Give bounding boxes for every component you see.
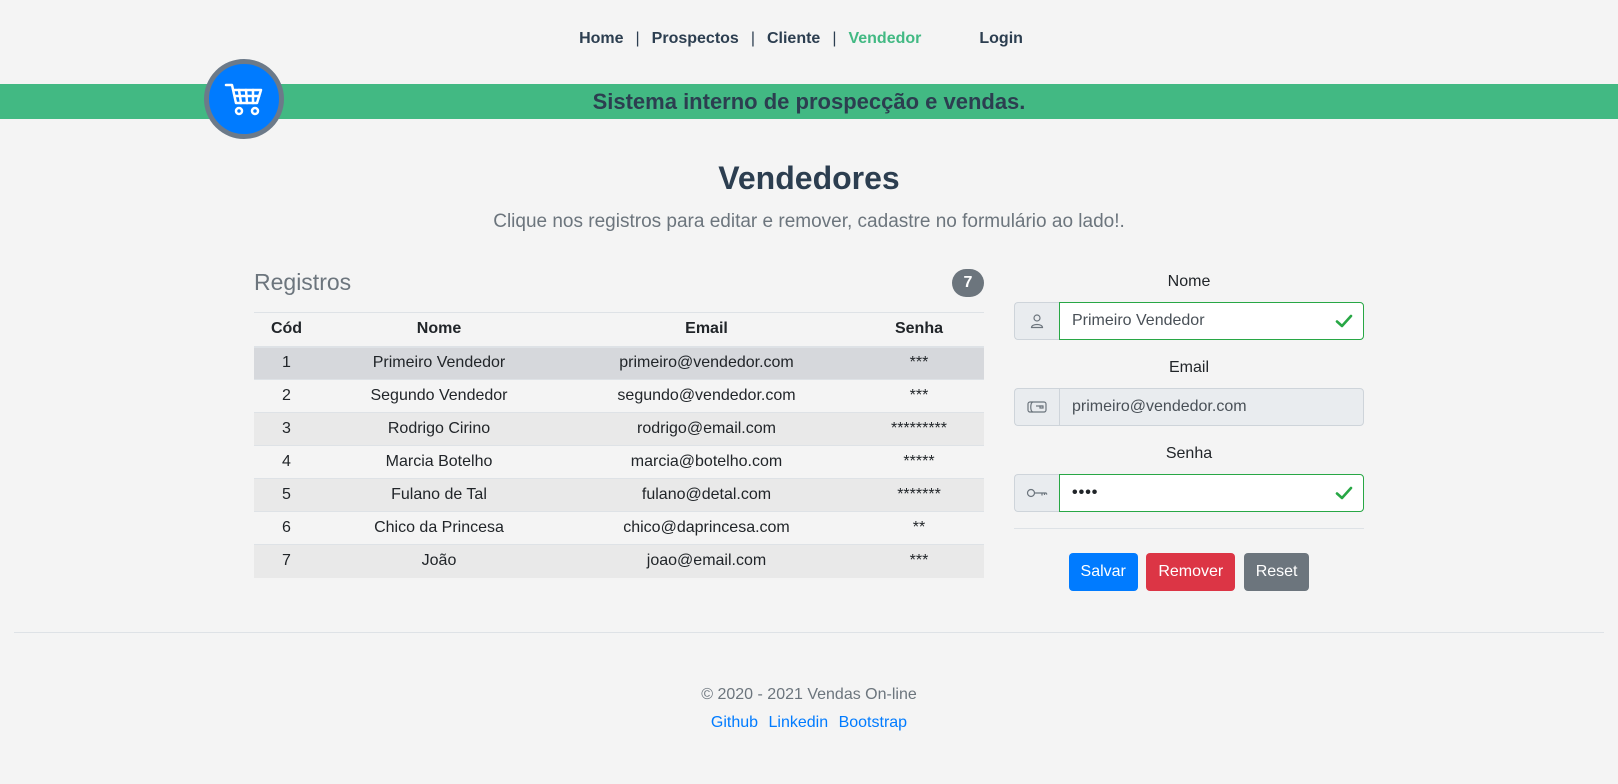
cell-email: primeiro@vendedor.com [559, 346, 854, 380]
logo [204, 59, 284, 139]
check-icon [1335, 314, 1353, 328]
cell-senha: *** [854, 379, 984, 413]
cell-senha: ** [854, 511, 984, 545]
cell-senha: *** [854, 346, 984, 380]
cell-cod: 2 [254, 379, 319, 413]
cell-nome: Chico da Princesa [319, 511, 559, 545]
table-row[interactable]: 3 Rodrigo Cirino rodrigo@email.com *****… [254, 412, 984, 446]
table-row[interactable]: 5 Fulano de Tal fulano@detal.com ******* [254, 478, 984, 512]
page-title: Vendedores [718, 160, 900, 196]
email-field-wrapper [1059, 388, 1364, 426]
remove-button[interactable]: Remover [1146, 553, 1236, 591]
table-row[interactable]: 4 Marcia Botelho marcia@botelho.com ****… [254, 445, 984, 479]
cell-senha: ********* [854, 412, 984, 446]
save-button[interactable]: Salvar [1068, 553, 1138, 591]
cell-email: fulano@detal.com [559, 478, 854, 512]
check-icon [1335, 486, 1353, 500]
mailbox-icon-box [1014, 388, 1059, 426]
form-divider [1014, 528, 1364, 529]
cell-cod: 6 [254, 511, 319, 545]
form-buttons: Salvar Remover Reset [1014, 553, 1364, 591]
nav-cliente[interactable]: Cliente [767, 30, 820, 47]
cell-senha: *** [854, 544, 984, 578]
table-row[interactable]: 1 Primeiro Vendedor primeiro@vendedor.co… [254, 346, 984, 380]
records-title: Registros [254, 269, 352, 295]
nome-field-wrapper [1059, 302, 1364, 340]
nome-input-group [1014, 302, 1364, 340]
cell-nome: Marcia Botelho [319, 445, 559, 479]
cell-nome: Fulano de Tal [319, 478, 559, 512]
reset-button[interactable]: Reset [1243, 553, 1310, 591]
cell-email: rodrigo@email.com [559, 412, 854, 446]
senha-input[interactable]: •••• [1072, 484, 1098, 502]
nome-input[interactable] [1072, 312, 1351, 330]
cell-cod: 4 [254, 445, 319, 479]
senha-label: Senha [1165, 445, 1213, 462]
senha-field-wrapper: •••• [1059, 474, 1364, 512]
cell-senha: ***** [854, 445, 984, 479]
nome-label: Nome [1167, 273, 1211, 290]
nav-separator: | [635, 30, 640, 47]
top-nav: Home | Prospectos | Cliente | Vendedor Login [0, 30, 1618, 48]
github-link[interactable]: Github [711, 714, 758, 731]
cell-email: chico@daprincesa.com [559, 511, 854, 545]
table-row[interactable]: 7 João joao@email.com *** [254, 544, 984, 578]
column-header-email: Email [559, 312, 854, 348]
column-header-cod: Cód [254, 312, 319, 348]
column-header-senha: Senha [854, 312, 984, 348]
column-header-nome: Nome [319, 312, 559, 348]
nav-separator: | [750, 30, 755, 47]
cell-email: joao@email.com [559, 544, 854, 578]
footer-copyright: © 2020 - 2021 Vendas On-line [701, 686, 917, 703]
vendedor-form: Nome Email Senha [1014, 270, 1364, 591]
bootstrap-link[interactable]: Bootstrap [839, 714, 907, 731]
count-badge: 7 [952, 269, 984, 297]
table-row[interactable]: 2 Segundo Vendedor segundo@vendedor.com … [254, 379, 984, 413]
cell-nome: Segundo Vendedor [319, 379, 559, 413]
linkedin-link[interactable]: Linkedin [769, 714, 829, 731]
cell-email: segundo@vendedor.com [559, 379, 854, 413]
footer-links: Github Linkedin Bootstrap [0, 714, 1618, 732]
cell-cod: 5 [254, 478, 319, 512]
key-icon-box [1014, 474, 1059, 512]
email-input-group [1014, 388, 1364, 426]
records-table: Cód Nome Email Senha 1 Primeiro Vendedor… [254, 312, 984, 578]
nav-login[interactable]: Login [979, 30, 1023, 47]
cell-senha: ******* [854, 478, 984, 512]
nav-vendedor[interactable]: Vendedor [848, 30, 921, 47]
user-icon-box [1014, 302, 1059, 340]
user-icon [1030, 314, 1044, 329]
mailbox-icon [1027, 401, 1047, 413]
footer-divider [14, 632, 1604, 633]
cell-email: marcia@botelho.com [559, 445, 854, 479]
nav-home[interactable]: Home [579, 30, 623, 47]
cell-cod: 7 [254, 544, 319, 578]
cell-nome: João [319, 544, 559, 578]
nav-prospectos[interactable]: Prospectos [652, 30, 739, 47]
cell-nome: Primeiro Vendedor [319, 346, 559, 380]
nav-separator: | [832, 30, 837, 47]
banner-title: Sistema interno de prospecção e vendas. [592, 89, 1026, 114]
email-label: Email [1168, 359, 1209, 376]
senha-input-group: •••• [1014, 474, 1364, 512]
page-subtitle: Clique nos registros para editar e remov… [493, 211, 1125, 232]
cell-cod: 3 [254, 412, 319, 446]
key-icon [1026, 488, 1048, 498]
table-row[interactable]: 6 Chico da Princesa chico@daprincesa.com… [254, 511, 984, 545]
nav-links: Home | Prospectos | Cliente | Vendedor Login [579, 30, 1023, 48]
shopping-cart-icon [224, 83, 263, 116]
cell-cod: 1 [254, 346, 319, 380]
table-header-row: Cód Nome Email Senha [254, 312, 984, 348]
email-input[interactable] [1072, 398, 1351, 416]
cell-nome: Rodrigo Cirino [319, 412, 559, 446]
